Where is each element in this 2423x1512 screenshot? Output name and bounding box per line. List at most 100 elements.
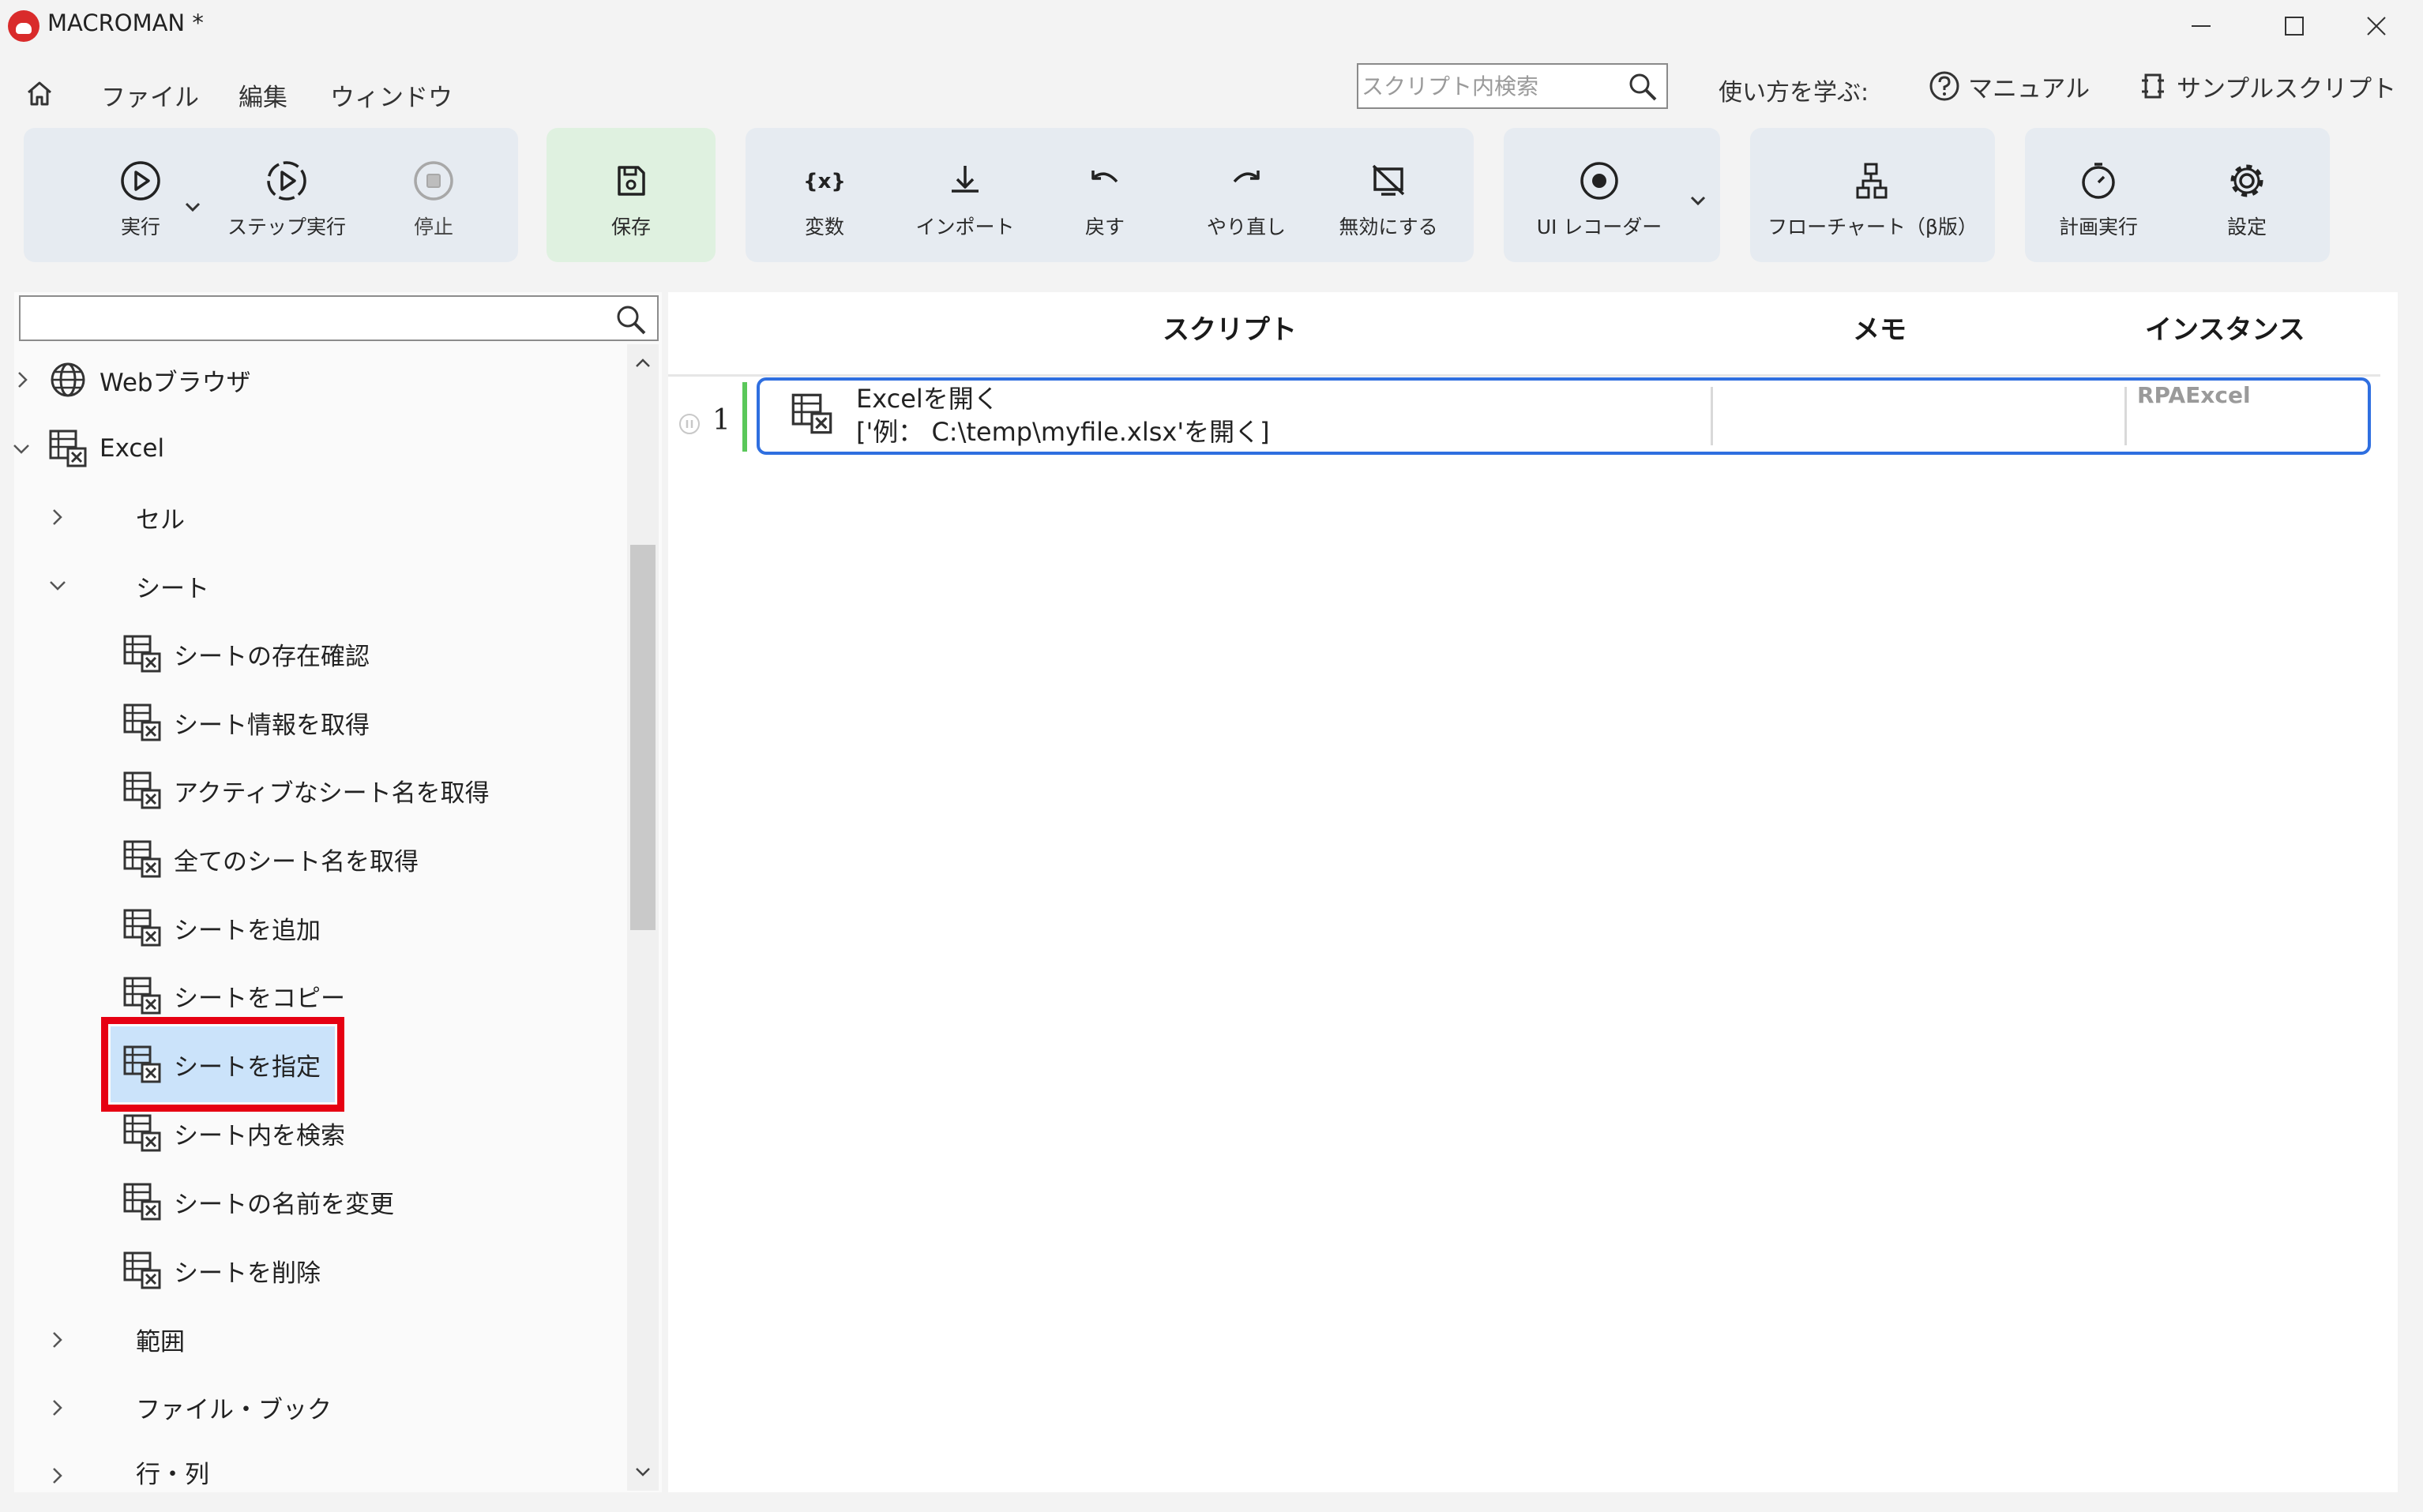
chevron-right-icon[interactable] bbox=[46, 505, 69, 529]
tree-item-rename-sheet[interactable]: シートの名前を変更 bbox=[122, 1174, 394, 1229]
save-label: 保存 bbox=[610, 216, 651, 238]
tree-node-label: Excel bbox=[100, 434, 165, 463]
menu-window[interactable]: ウィンドウ bbox=[330, 77, 453, 113]
tree-item-label: アクティブなシート名を取得 bbox=[174, 779, 490, 808]
recorder-options-chevron-down-icon[interactable] bbox=[1682, 185, 1714, 216]
svg-text:{x}: {x} bbox=[803, 170, 846, 193]
disable-button[interactable]: 無効にする bbox=[1321, 158, 1456, 240]
tree-item-get-all-sheet-names[interactable]: 全てのシート名を取得 bbox=[122, 831, 419, 887]
maximize-button[interactable] bbox=[2248, 0, 2341, 52]
scrollbar-thumb[interactable] bbox=[630, 545, 656, 930]
command-filter-box[interactable] bbox=[19, 295, 659, 341]
manual-link[interactable]: マニュアル bbox=[1929, 68, 2090, 104]
excel-icon bbox=[123, 635, 161, 673]
script-row-instance: RPAExcel bbox=[2137, 382, 2251, 408]
header-divider bbox=[668, 374, 2380, 377]
ui-recorder-label: UI レコーダー bbox=[1536, 216, 1662, 238]
chevron-right-icon[interactable] bbox=[46, 1328, 69, 1352]
tree-item-label: シートを追加 bbox=[174, 916, 321, 945]
step-run-button[interactable]: ステップ実行 bbox=[220, 158, 354, 240]
excel-icon bbox=[123, 703, 161, 741]
tree-item-get-active-sheet-name[interactable]: アクティブなシート名を取得 bbox=[122, 763, 490, 818]
undo-button[interactable]: 戻す bbox=[1038, 158, 1172, 240]
menu-edit[interactable]: 編集 bbox=[239, 77, 287, 113]
sample-scripts-link[interactable]: サンプルスクリプト bbox=[2137, 68, 2396, 104]
tree-node-file-book[interactable]: ファイル・ブック bbox=[136, 1379, 332, 1435]
scroll-up-chevron-icon[interactable] bbox=[630, 351, 656, 376]
chevron-right-icon[interactable] bbox=[11, 368, 35, 392]
excel-icon bbox=[123, 1183, 161, 1221]
stop-icon bbox=[414, 161, 453, 201]
timer-icon bbox=[2082, 163, 2115, 199]
tree-node-range[interactable]: 範囲 bbox=[136, 1311, 185, 1367]
tree-item-select-sheet[interactable]: シートを指定 bbox=[122, 1037, 321, 1092]
breakpoint-pause-icon[interactable] bbox=[678, 412, 701, 436]
script-search-input[interactable] bbox=[1362, 68, 1614, 104]
globe-icon bbox=[51, 362, 85, 397]
tree-item-label: シートをコピー bbox=[174, 984, 345, 1013]
chevron-right-icon[interactable] bbox=[46, 1464, 69, 1488]
chevron-down-icon[interactable] bbox=[46, 574, 69, 598]
run-label: 実行 bbox=[120, 216, 160, 238]
column-header-script: スクリプト bbox=[1163, 314, 1297, 346]
manual-label: マニュアル bbox=[1968, 74, 2091, 103]
tree-item-search-sheet[interactable]: シート内を検索 bbox=[122, 1105, 345, 1161]
excel-icon bbox=[123, 1045, 161, 1083]
redo-icon bbox=[1233, 171, 1260, 183]
run-options-chevron-down-icon[interactable] bbox=[177, 191, 208, 223]
settings-button[interactable]: 設定 bbox=[2180, 158, 2314, 240]
save-button[interactable]: 保存 bbox=[564, 158, 698, 240]
ui-recorder-button[interactable]: UI レコーダー bbox=[1532, 158, 1666, 240]
tree-item-delete-sheet[interactable]: シートを削除 bbox=[122, 1243, 321, 1298]
scroll-down-chevron-icon[interactable] bbox=[630, 1459, 656, 1484]
minimize-icon bbox=[2192, 25, 2211, 27]
chevron-right-icon[interactable] bbox=[46, 1396, 69, 1420]
variables-label: 変数 bbox=[804, 216, 844, 238]
save-toolbar-group: 保存 bbox=[547, 128, 716, 262]
undo-label: 戻す bbox=[1084, 216, 1125, 238]
stop-button[interactable]: 停止 bbox=[366, 158, 501, 240]
variables-button[interactable]: {x} 変数 bbox=[757, 158, 892, 240]
excel-icon bbox=[123, 1251, 161, 1289]
flowchart-button[interactable]: フローチャート（β版） bbox=[1766, 158, 1979, 240]
tree-node-label: シート bbox=[136, 574, 209, 603]
tree-node-cell[interactable]: セル bbox=[136, 490, 185, 545]
minimize-button[interactable] bbox=[2154, 0, 2248, 52]
tree-node-label: Webブラウザ bbox=[100, 368, 251, 397]
menu-file[interactable]: ファイル bbox=[101, 77, 199, 113]
home-icon[interactable] bbox=[24, 77, 55, 109]
redo-label: やり直し bbox=[1206, 216, 1286, 238]
search-icon[interactable] bbox=[614, 303, 648, 336]
gear-icon bbox=[2230, 164, 2263, 197]
script-row-title: Excelを開く bbox=[856, 384, 999, 414]
row-status-bar bbox=[742, 382, 747, 452]
flowchart-label: フローチャート（β版） bbox=[1767, 216, 1978, 238]
tree-item-get-sheet-info[interactable]: シート情報を取得 bbox=[122, 695, 370, 750]
scheduled-run-button[interactable]: 計画実行 bbox=[2031, 158, 2166, 240]
tree-node-sheet[interactable]: シート bbox=[136, 558, 209, 613]
scheduled-run-label: 計画実行 bbox=[2058, 216, 2138, 238]
tree-node-label: 範囲 bbox=[136, 1327, 185, 1356]
search-icon[interactable] bbox=[1627, 71, 1659, 103]
chevron-down-icon[interactable] bbox=[9, 437, 33, 461]
import-button[interactable]: インポート bbox=[898, 158, 1032, 240]
play-icon bbox=[121, 161, 160, 201]
column-header-instance: インスタンス bbox=[2145, 314, 2305, 346]
tree-node-excel[interactable]: Excel bbox=[47, 421, 164, 476]
tree-item-sheet-exists[interactable]: シートの存在確認 bbox=[122, 626, 370, 681]
tree-item-label: シートを削除 bbox=[174, 1259, 321, 1288]
close-button[interactable] bbox=[2330, 0, 2423, 52]
script-editor-panel bbox=[668, 292, 2398, 1492]
tree-item-label: シート情報を取得 bbox=[174, 711, 370, 740]
redo-button[interactable]: やり直し bbox=[1179, 158, 1313, 240]
tree-node-web-browser[interactable]: Webブラウザ bbox=[47, 352, 251, 407]
title-bar bbox=[0, 0, 2423, 52]
tree-item-add-sheet[interactable]: シートを追加 bbox=[122, 900, 321, 955]
excel-icon bbox=[123, 840, 161, 878]
macroman-logo-icon bbox=[8, 10, 39, 42]
row-column-divider bbox=[1711, 387, 1713, 445]
command-filter-input[interactable] bbox=[24, 300, 600, 336]
tree-node-row-col[interactable]: 行・列 bbox=[136, 1448, 209, 1495]
script-search-box[interactable] bbox=[1357, 63, 1668, 109]
tree-item-copy-sheet[interactable]: シートをコピー bbox=[122, 968, 345, 1023]
